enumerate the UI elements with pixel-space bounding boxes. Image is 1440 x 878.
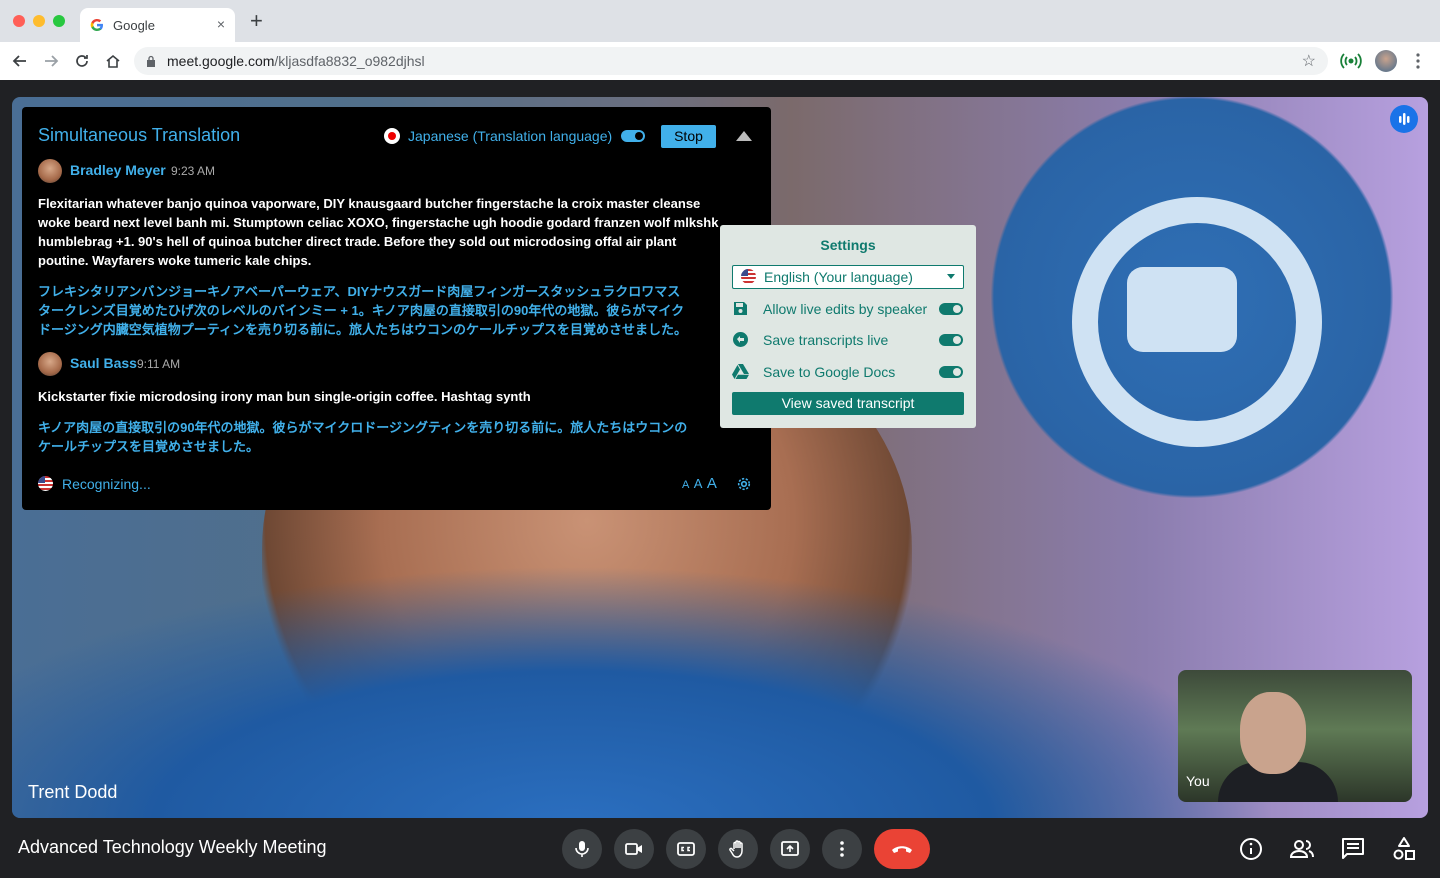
url-text: meet.google.com/kljasdfa8832_o982djhsl [167,53,425,69]
save-transcripts-toggle[interactable] [939,334,963,346]
save-transcripts-label: Save transcripts live [763,332,889,348]
more-options-button[interactable] [822,829,862,869]
closed-captions-icon [677,842,695,856]
translation-toggle[interactable] [621,130,645,142]
lock-icon [147,55,155,67]
chat-icon[interactable] [1340,836,1366,862]
close-window-button[interactable] [13,15,25,27]
speaker-time: 9:11 AM [137,357,181,371]
meeting-info-icon[interactable] [1238,836,1264,862]
transcript-text: Kickstarter fixie microdosing irony man … [38,389,531,404]
avatar [38,159,62,183]
font-size-large-button[interactable]: A [707,475,717,492]
font-size-controls: A A A [682,475,717,493]
avatar [38,352,62,376]
save-to-docs-label: Save to Google Docs [763,364,896,380]
language-select-value: English (Your language) [764,269,913,285]
self-view-tile[interactable]: You [1178,670,1412,802]
us-flag-icon [38,476,53,491]
translation-text: キノア肉屋の直接取引の90年代の地獄。彼らがマイクロドージングティンを売り切る前… [38,420,688,454]
self-label: You [1186,773,1210,789]
translation-language-label[interactable]: Japanese (Translation language) [408,128,612,144]
speaking-indicator-button[interactable] [1390,105,1418,133]
collapse-caret-icon[interactable] [736,131,752,141]
captions-button[interactable] [666,829,706,869]
tab-close-icon[interactable]: × [217,16,225,32]
translation-text: フレキシタリアンバンジョーキノアベーパーウェア、DIYナウスガード肉屋フィンガー… [38,284,687,337]
leave-call-button[interactable] [874,829,930,869]
google-drive-icon [732,364,749,379]
font-size-medium-button[interactable]: A [694,476,703,491]
url-path: /kljasdfa8832_o982djhsl [274,53,425,69]
transcript-icon [733,332,748,347]
people-icon[interactable] [1289,836,1315,862]
forward-arrow-icon[interactable] [42,52,60,70]
present-screen-button[interactable] [770,829,810,869]
settings-title: Settings [820,237,876,253]
save-to-docs-toggle[interactable] [939,366,963,378]
browser-toolbar: meet.google.com/kljasdfa8832_o982djhsl ☆ [0,42,1440,81]
participant-name: Trent Dodd [28,782,118,802]
minimize-window-button[interactable] [33,15,45,27]
home-icon[interactable] [104,52,122,70]
microphone-icon [575,841,589,857]
more-vert-icon [840,841,844,857]
settings-popup: Settings English (Your language) Allow l… [720,225,976,428]
hand-icon [729,840,743,858]
wall-logo-bubble [1127,267,1237,352]
video-camera-icon [625,843,642,855]
view-saved-transcript-button[interactable]: View saved transcript [732,392,964,415]
language-select[interactable]: English (Your language) [732,265,964,289]
google-icon [90,19,103,31]
speaker-name: Saul Bass [70,355,137,371]
maximize-window-button[interactable] [53,15,65,27]
self-face [1240,692,1306,774]
stop-button[interactable]: Stop [661,125,716,148]
gear-icon[interactable] [736,476,752,492]
translation-panel: Simultaneous Translation Japanese (Trans… [22,107,771,510]
more-vert-icon[interactable] [1411,53,1425,69]
japan-flag-icon [384,128,400,144]
recognizing-status: Recognizing... [62,476,151,492]
profile-avatar[interactable] [1375,50,1397,72]
speaker-time: 9:23 AM [171,164,216,178]
camera-button[interactable] [614,829,654,869]
address-bar[interactable]: meet.google.com/kljasdfa8832_o982djhsl ☆ [134,47,1328,75]
panel-title: Simultaneous Translation [38,125,241,145]
present-screen-icon [781,841,799,856]
transcript-text: Flexitarian whatever banjo quinoa vaporw… [38,196,719,268]
reload-icon[interactable] [73,52,91,70]
us-flag-icon [741,269,756,284]
save-icon [734,302,747,315]
url-domain: meet.google.com [167,53,275,69]
bookmark-star-icon[interactable]: ☆ [1302,51,1316,71]
raise-hand-button[interactable] [718,829,758,869]
microphone-button[interactable] [562,829,602,869]
font-size-small-button[interactable]: A [682,479,689,491]
new-tab-button[interactable]: + [250,10,263,32]
activities-icon[interactable] [1391,836,1417,862]
audio-bars-icon [1399,113,1410,125]
hang-up-icon [892,846,912,853]
speaker-name: Bradley Meyer [70,162,166,178]
browser-tab-strip: Google × + [0,0,1440,42]
cast-broadcast-icon[interactable] [1340,51,1362,71]
back-arrow-icon[interactable] [11,52,29,70]
chevron-down-icon [947,274,955,279]
allow-live-edits-toggle[interactable] [939,303,963,315]
browser-tab[interactable]: Google × [80,8,235,42]
allow-live-edits-label: Allow live edits by speaker [763,301,928,317]
meeting-title: Advanced Technology Weekly Meeting [18,837,327,857]
tab-title: Google [113,18,155,33]
